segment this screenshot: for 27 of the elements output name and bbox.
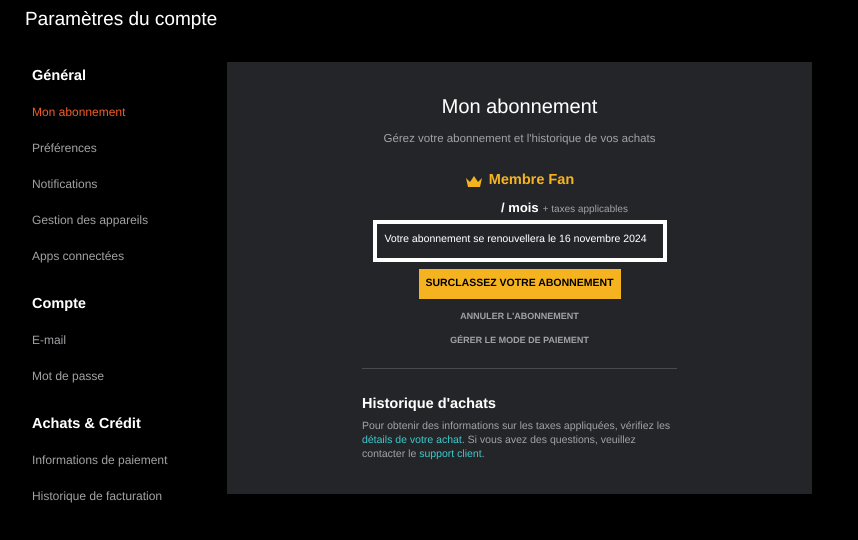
sidebar-heading: Achats & Crédit xyxy=(32,415,142,434)
page-title: Paramètres du compte xyxy=(25,8,218,32)
sidebar-item[interactable]: Historique de facturation xyxy=(32,486,222,506)
plan-name: Membre Fan xyxy=(488,171,574,190)
sidebar-heading: Général xyxy=(32,67,87,86)
sidebar-item[interactable]: Mot de passe xyxy=(32,366,222,386)
renewal-notice: Votre abonnement se renouvellera le 16 novembre 2024 xyxy=(372,220,666,262)
text-link[interactable]: ANNULER L'ABONNEMENT xyxy=(460,308,579,322)
section-heading: Historique d'achats xyxy=(362,394,497,414)
sidebar-item[interactable]: Gestion des appareils xyxy=(32,210,222,230)
taxes-note: + taxes applicables xyxy=(542,203,628,217)
sidebar-item[interactable]: Notifications xyxy=(32,174,222,194)
panel-title: Mon abonnement xyxy=(442,95,598,120)
sidebar-heading: Compte xyxy=(32,295,87,314)
price-period: / mois xyxy=(501,199,539,217)
sidebar-item[interactable]: Préférences xyxy=(32,138,222,158)
sidebar-item[interactable]: Apps connectées xyxy=(32,246,222,266)
text-link[interactable]: support client xyxy=(419,448,482,460)
text-link[interactable]: détails de votre achat xyxy=(362,434,462,446)
panel-subtitle: Gérez votre abonnement et l'historique de vos achats xyxy=(384,132,656,147)
crown-icon xyxy=(464,174,483,188)
sidebar-item[interactable]: Informations de paiement xyxy=(32,450,222,470)
sidebar-item[interactable]: Mon abonnement xyxy=(32,102,222,122)
text-link[interactable]: GÉRER LE MODE DE PAIEMENT xyxy=(450,332,589,346)
history-description: Pour obtenir des informations sur les taxes appliquées, vérifiez les détails de votre achat. Si vous avez des questions, veuillez contacter le support client. xyxy=(362,419,672,462)
sidebar-item[interactable]: E-mail xyxy=(32,330,222,350)
upgrade-button[interactable]: SURCLASSEZ VOTRE ABONNEMENT xyxy=(418,268,620,298)
